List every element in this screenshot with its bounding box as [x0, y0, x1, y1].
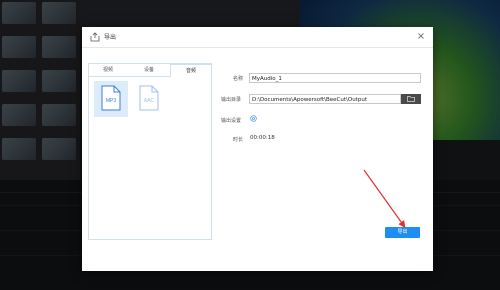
- annotation-arrow: [363, 169, 406, 228]
